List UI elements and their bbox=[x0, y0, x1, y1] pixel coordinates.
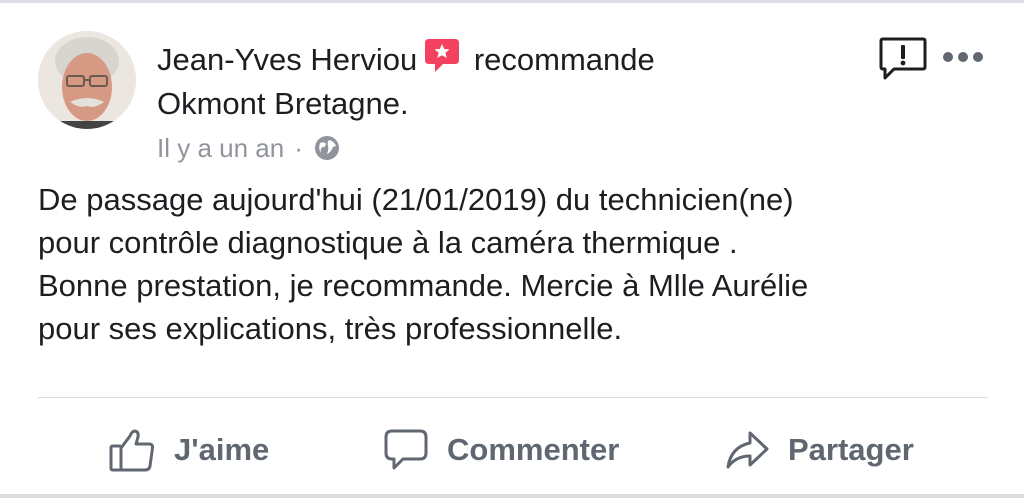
comment-icon bbox=[384, 429, 428, 470]
post-body: De passage aujourd'hui (21/01/2019) du t… bbox=[38, 182, 809, 346]
post-header: Jean-Yves Herviou recommande Okmont Bret… bbox=[157, 36, 837, 126]
share-label: Partager bbox=[788, 432, 914, 467]
share-button[interactable]: Partager bbox=[724, 420, 914, 480]
thumbs-up-icon bbox=[109, 429, 155, 472]
comment-label: Commenter bbox=[447, 432, 620, 467]
report-icon[interactable] bbox=[878, 36, 928, 82]
recommend-star-icon bbox=[423, 36, 461, 74]
bottom-border bbox=[0, 494, 1024, 498]
comment-button[interactable]: Commenter bbox=[383, 420, 619, 480]
divider bbox=[38, 397, 988, 398]
page-name[interactable]: Okmont Bretagne. bbox=[157, 86, 409, 121]
globe-icon bbox=[313, 134, 341, 162]
avatar[interactable] bbox=[38, 31, 136, 129]
author-name[interactable]: Jean-Yves Herviou bbox=[157, 42, 417, 77]
recommend-verb: recommande bbox=[473, 42, 655, 77]
post-timestamp[interactable]: Il y a un an bbox=[157, 130, 284, 166]
like-label: J'aime bbox=[174, 432, 270, 467]
more-icon[interactable] bbox=[940, 46, 986, 68]
share-arrow-icon bbox=[726, 431, 769, 469]
like-button[interactable]: J'aime bbox=[108, 420, 269, 480]
action-bar: J'aime Commenter Partager bbox=[0, 420, 1024, 480]
avatar-photo bbox=[38, 31, 136, 129]
post-meta: Il y a un an · bbox=[157, 130, 341, 166]
meta-separator: · bbox=[294, 133, 303, 163]
top-border bbox=[0, 0, 1024, 3]
